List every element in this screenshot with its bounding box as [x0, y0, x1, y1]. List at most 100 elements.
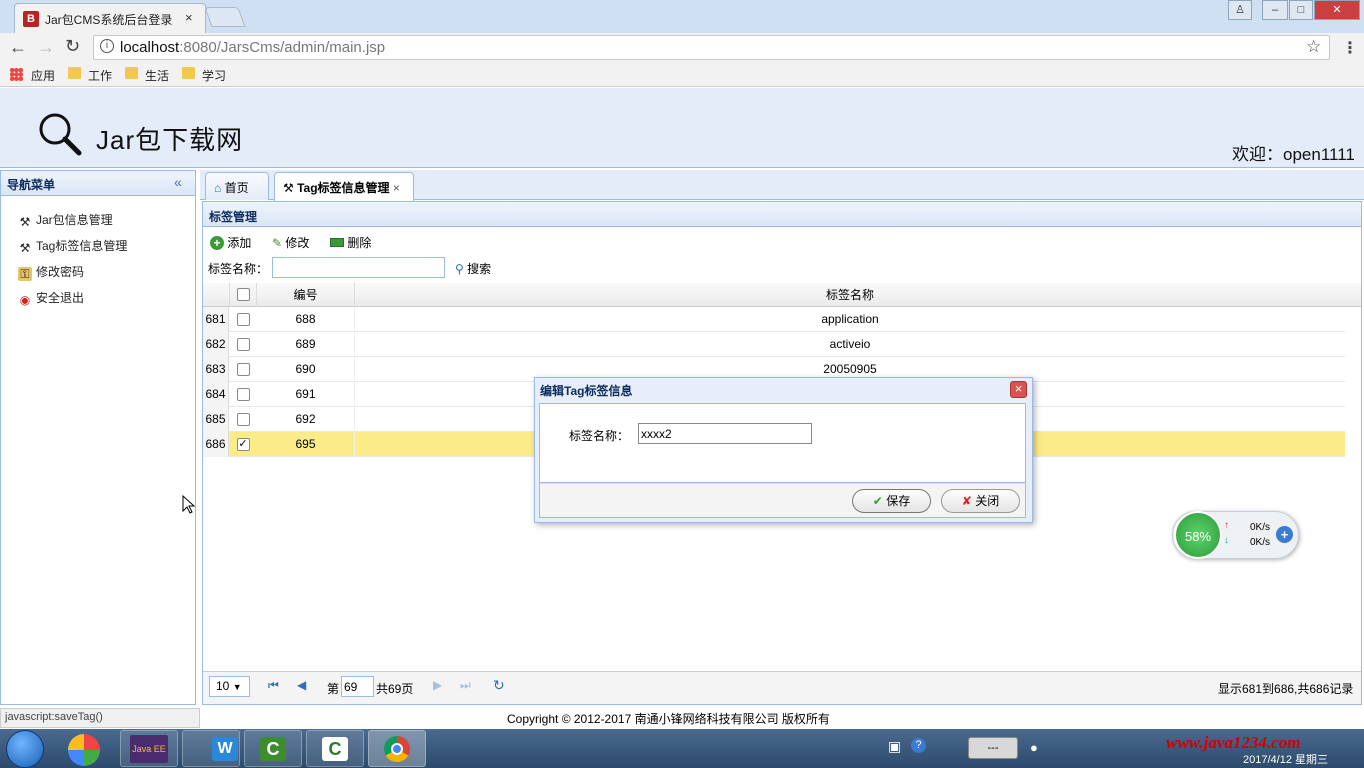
x-icon: ✘ — [961, 494, 972, 508]
url-text: localhost:8080/JarsCms/admin/main.jsp — [120, 39, 386, 56]
bookmark-life[interactable]: 生活 — [145, 67, 169, 84]
refresh-icon[interactable]: ↻ — [493, 677, 505, 694]
close-button[interactable]: ✘ 关闭 — [941, 489, 1020, 513]
nav-item-tag[interactable]: ⚒ Tag标签信息管理 — [18, 237, 128, 257]
cell-name: activeio — [829, 337, 871, 351]
maximize-button[interactable]: □ — [1289, 0, 1313, 20]
cell-id: 692 — [257, 407, 355, 432]
nav-item-password[interactable]: ⚿ 修改密码 — [18, 263, 84, 283]
page-size-select[interactable]: 10 ▼ — [209, 676, 250, 697]
pencil-icon: ✎ — [272, 236, 283, 250]
dialog-field-label: 标签名称： — [569, 429, 630, 443]
power-icon[interactable]: ● — [1030, 740, 1038, 755]
tag-name-search-input[interactable] — [272, 257, 445, 278]
forward-icon[interactable]: → — [37, 37, 55, 58]
watermark: www.java1234.com — [1166, 733, 1301, 752]
chrome-center-icon — [391, 743, 403, 755]
reload-icon[interactable]: ↻ — [65, 36, 80, 57]
page-total: 共69页 — [376, 682, 414, 696]
download-arrow-icon: ↓ — [1224, 535, 1229, 546]
tab-tag-manage[interactable]: ⚒ Tag标签信息管理 × — [274, 172, 414, 201]
nav-header: 导航菜单 — [0, 170, 196, 196]
cell-id: 695 — [257, 432, 355, 457]
close-tab-icon[interactable]: × — [185, 10, 193, 25]
prev-page-icon[interactable]: ◀ — [297, 678, 306, 692]
javaee-icon: Java EE — [130, 735, 168, 763]
close-tab-icon[interactable]: × — [393, 181, 400, 195]
plus-icon[interactable]: + — [1276, 526, 1293, 543]
favicon-icon: B — [23, 11, 39, 27]
page-number-input[interactable] — [341, 676, 374, 697]
exit-icon: ◉ — [19, 293, 31, 307]
row-checkbox-checked[interactable]: ✓ — [229, 432, 257, 457]
cell-id: 689 — [257, 332, 355, 357]
tag-name-input[interactable] — [638, 423, 812, 444]
row-number: 682 — [203, 332, 229, 357]
start-button[interactable] — [6, 730, 44, 768]
battery-indicator[interactable]: --- — [968, 737, 1018, 759]
camtasia-recorder-icon: C — [322, 737, 348, 761]
cell-id: 690 — [257, 357, 355, 382]
tray-icon[interactable]: ▣ — [888, 738, 901, 755]
row-number: 685 — [203, 407, 229, 432]
row-checkbox[interactable] — [229, 382, 257, 407]
row-checkbox[interactable] — [229, 407, 257, 432]
browser-tab-title: Jar包CMS系统后台登录 — [45, 13, 173, 27]
page-prefix: 第 — [327, 682, 340, 696]
browser-tab[interactable]: B Jar包CMS系统后台登录 × — [14, 3, 206, 33]
pager-summary: 显示681到686,共686记录 — [1218, 682, 1354, 696]
tools-icon: ⚒ — [19, 241, 31, 255]
nav-item-logout[interactable]: ◉ 安全退出 — [18, 289, 84, 309]
bookmark-study[interactable]: 学习 — [202, 67, 226, 84]
user-icon[interactable]: ♙ — [1228, 0, 1252, 20]
first-page-icon[interactable]: ⏮ — [268, 678, 279, 693]
delete-button[interactable]: 删除 — [330, 234, 371, 251]
minimize-button[interactable]: – — [1262, 0, 1288, 20]
bookmark-apps[interactable]: 应用 — [31, 67, 55, 84]
menu-icon[interactable]: ⋮ — [1342, 38, 1358, 58]
next-page-icon[interactable]: ▶ — [433, 678, 442, 692]
dialog-close-icon[interactable]: × — [1010, 381, 1027, 398]
search-icon: ⚲ — [455, 262, 464, 276]
camtasia-icon: C — [260, 737, 286, 761]
row-checkbox[interactable] — [229, 332, 257, 357]
add-button[interactable]: + 添加 — [210, 234, 251, 251]
close-window-button[interactable]: ✕ — [1314, 0, 1360, 20]
save-button[interactable]: ✔ 保存 — [852, 489, 931, 513]
info-icon[interactable]: i — [100, 39, 114, 53]
upload-speed: 0K/s — [1250, 522, 1271, 533]
tools-icon: ⚒ — [283, 181, 294, 195]
row-checkbox[interactable] — [229, 307, 257, 332]
tab-home[interactable]: ⌂ 首页 — [205, 172, 269, 200]
dropdown-arrow-icon: ▼ — [232, 682, 242, 692]
upload-arrow-icon: ↑ — [1224, 520, 1229, 531]
collapse-icon[interactable]: « — [174, 174, 182, 190]
bookmark-work[interactable]: 工作 — [88, 67, 112, 84]
edit-button[interactable]: ✎ 修改 — [272, 234, 309, 251]
status-link: javascript:saveTag() — [0, 708, 200, 728]
apps-icon[interactable] — [10, 68, 23, 81]
back-icon[interactable]: ← — [9, 37, 27, 58]
row-checkbox[interactable] — [229, 357, 257, 382]
cell-id: 691 — [257, 382, 355, 407]
folder-icon — [125, 67, 138, 79]
key-icon: ⚿ — [18, 267, 32, 281]
dialog-title: 编辑Tag标签信息 — [540, 384, 633, 398]
logo-text: Jar包下载网 — [96, 125, 244, 155]
search-label: 标签名称： — [208, 262, 269, 276]
search-button[interactable]: ⚲ 搜索 — [455, 260, 491, 277]
new-tab-button[interactable] — [204, 7, 246, 27]
delete-icon — [330, 238, 344, 247]
row-number: 684 — [203, 382, 229, 407]
wps-icon: W — [212, 737, 238, 761]
help-icon[interactable]: ? — [911, 738, 926, 753]
column-header-name[interactable]: 标签名称 — [355, 283, 1345, 308]
nav-item-jar[interactable]: ⚒ Jar包信息管理 — [18, 211, 113, 231]
tools-icon: ⚒ — [19, 215, 31, 229]
last-page-icon[interactable]: ⏭ — [460, 678, 471, 693]
copyright: Copyright © 2012-2017 南通小锋网络科技有限公司 版权所有 — [507, 712, 830, 726]
bookmark-star-icon[interactable]: ☆ — [1306, 37, 1321, 57]
column-header-id[interactable]: 编号 — [257, 283, 355, 308]
select-all-checkbox[interactable] — [229, 283, 257, 307]
cell-name: application — [821, 312, 879, 326]
